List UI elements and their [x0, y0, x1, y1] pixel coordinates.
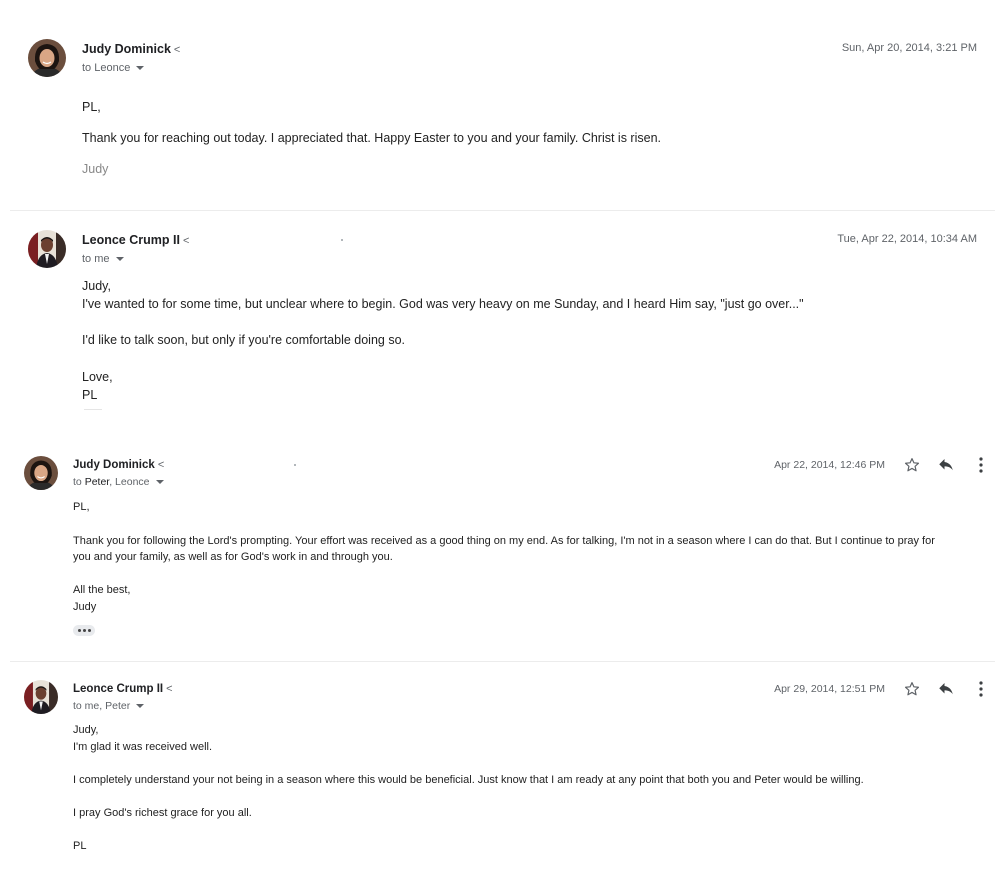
message-4: Leonce Crump II < to me, Peter Apr 29, 20… — [0, 0, 999, 877]
leonce-avatar-icon — [24, 680, 58, 714]
recipients-dropdown[interactable]: to me, Peter — [73, 700, 145, 712]
sender-avatar[interactable] — [24, 680, 58, 714]
body-line: Judy, — [73, 724, 99, 736]
recipients-label: to me, Peter — [73, 700, 131, 712]
sender-name[interactable]: Leonce Crump II < — [73, 683, 173, 695]
chevron-down-icon — [136, 704, 145, 709]
body-line: I completely understand your not being i… — [73, 774, 864, 786]
message-date: Apr 29, 2014, 12:51 PM — [774, 683, 885, 695]
body-line: PL — [73, 840, 87, 852]
body-line: I'm glad it was received well. — [73, 741, 213, 753]
sender-email-caret: < — [166, 683, 173, 695]
body-line: I pray God's richest grace for you all. — [73, 807, 252, 819]
reply-icon[interactable] — [937, 680, 955, 698]
more-vert-icon[interactable] — [975, 680, 987, 698]
star-icon[interactable] — [903, 680, 921, 698]
